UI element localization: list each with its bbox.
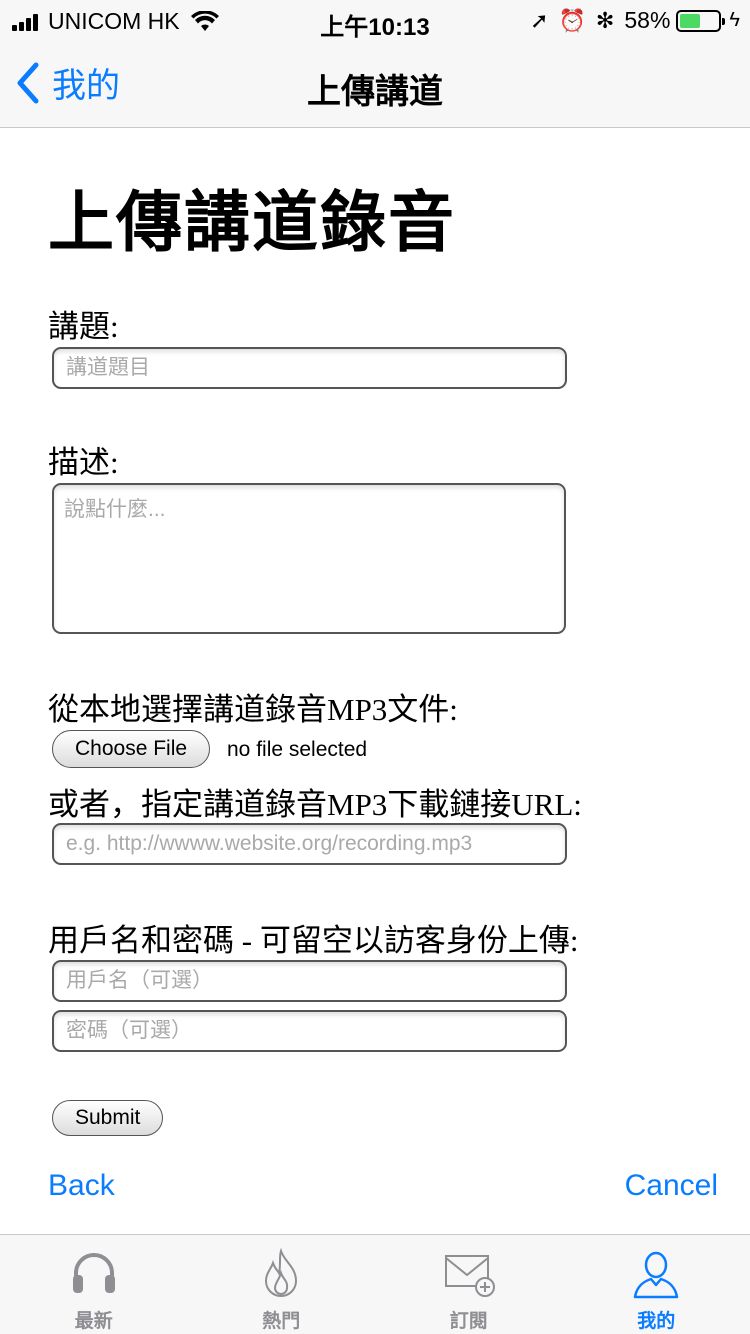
battery-tip — [722, 17, 726, 25]
tab-latest[interactable]: 最新 — [0, 1235, 188, 1334]
headphones-icon — [72, 1253, 115, 1293]
navigation-bar: 我的 上傳講道 — [0, 40, 750, 128]
choose-file-button[interactable]: Choose File — [52, 730, 211, 768]
tab-label: 訂閱 — [449, 1311, 488, 1332]
file-status: no file selected — [227, 738, 368, 761]
credentials-label: 用戶名和密碼 - 可留空以訪客身份上傳: — [48, 923, 579, 958]
tab-popular[interactable]: 熱門 — [188, 1235, 376, 1334]
url-label: 或者，指定講道錄音MP3下載鏈接URL: — [48, 787, 582, 822]
tab-label: 最新 — [74, 1311, 113, 1332]
tab-label: 我的 — [637, 1311, 676, 1332]
url-input[interactable] — [52, 823, 567, 865]
battery-percent: 58% — [624, 7, 671, 33]
tab-mine[interactable]: 我的 — [563, 1235, 750, 1334]
upload-form: 上傳講道錄音 講題: 描述: 從本地選擇講道錄音MP3文件: Choose Fi… — [0, 129, 750, 1234]
nav-title: 上傳講道 — [307, 73, 443, 111]
username-input[interactable] — [52, 960, 567, 1002]
tab-subscriptions[interactable]: 訂閱 — [375, 1235, 563, 1334]
charging-icon: ϟ — [729, 9, 740, 31]
status-bar: UNICOM HK 上午10:13 ➚ ⏰ ✻ 58% ϟ — [0, 0, 750, 41]
app-screen: UNICOM HK 上午10:13 ➚ ⏰ ✻ 58% ϟ 我的 上傳講道 上傳… — [0, 0, 750, 1334]
submit-button[interactable]: Submit — [52, 1100, 164, 1136]
location-icon: ➚ — [530, 7, 549, 33]
password-input[interactable] — [52, 1010, 567, 1052]
description-label: 描述: — [48, 445, 119, 480]
flame-icon — [265, 1247, 298, 1297]
tab-label: 熱門 — [262, 1311, 301, 1332]
alarm-icon: ⏰ — [558, 7, 586, 33]
status-right: ➚ ⏰ ✻ 58% ϟ — [520, 7, 740, 34]
battery-fill — [680, 13, 701, 28]
description-input[interactable] — [52, 483, 566, 634]
bluetooth-icon: ✻ — [595, 7, 615, 33]
user-icon — [634, 1251, 679, 1299]
page-title: 上傳講道錄音 — [48, 187, 456, 260]
mail-add-icon — [444, 1255, 495, 1297]
cancel-link[interactable]: Cancel — [625, 1169, 718, 1203]
title-label: 講題: — [48, 309, 119, 344]
title-input[interactable] — [52, 347, 567, 389]
file-label: 從本地選擇講道錄音MP3文件: — [48, 692, 458, 727]
tab-bar: 最新 熱門 訂閱 我的 — [0, 1234, 750, 1334]
back-link[interactable]: Back — [48, 1169, 115, 1203]
battery-icon — [676, 9, 726, 32]
